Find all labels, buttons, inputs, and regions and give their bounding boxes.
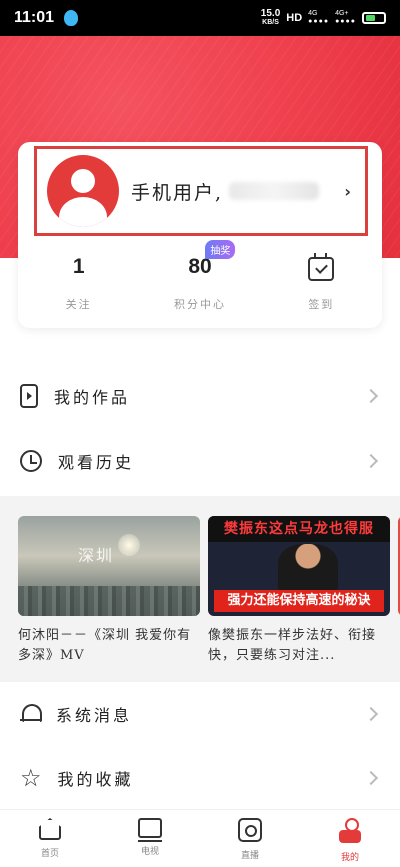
menu-item-my-works[interactable]: 我的作品	[0, 366, 400, 426]
chevron-right-icon[interactable]: ›	[344, 182, 351, 201]
profile-card: 手机用户, › 1 关注 抽奖 80 积分中心 签到	[18, 142, 382, 328]
thumbnail-subtitle-text: 强力还能保持高速的秘诀	[214, 590, 384, 612]
following-count: 1	[72, 255, 85, 278]
tab-tv[interactable]: 电视	[100, 810, 200, 867]
signal-1-label: 4G	[308, 10, 318, 17]
avatar-body	[59, 197, 107, 227]
home-icon	[39, 818, 61, 840]
tab-live[interactable]: 直播	[200, 810, 300, 867]
my-works-icon	[20, 384, 38, 408]
menu-item-my-favorites[interactable]: ☆ 我的收藏	[0, 748, 400, 808]
tab-me-label: 我的	[340, 853, 359, 863]
tab-live-label: 直播	[240, 851, 259, 861]
thumbnail-sun	[118, 534, 140, 556]
me-icon	[339, 818, 361, 844]
following-label: 关注	[65, 298, 92, 311]
menu-item-watch-history[interactable]: 观看历史	[0, 431, 400, 491]
chevron-right-icon	[363, 770, 379, 786]
masked-phone-number	[229, 182, 320, 200]
signal-2: 4G+ ●●●●	[335, 10, 356, 26]
video-title: 何沐阳－－《深圳 我爱你有多深》MV	[18, 628, 192, 663]
calendar-check-icon	[308, 253, 335, 281]
status-bar: 11:01 15.0 KB/S HD 4G ●●●● 4G+ ●●●●	[0, 0, 400, 36]
thumbnail-banner-text: 樊振东这点马龙也得服	[208, 516, 390, 542]
check-in-icon-wrap	[308, 250, 335, 284]
tab-home[interactable]: 首页	[0, 810, 100, 867]
check-in-label: 签到	[308, 298, 335, 311]
username: 手机用户,	[131, 181, 224, 204]
stat-following[interactable]: 1 关注	[18, 250, 139, 312]
user-info-row[interactable]: 手机用户, ›	[34, 146, 368, 236]
bottom-tab-bar: 首页 电视 直播 我的	[0, 809, 400, 867]
history-card[interactable]: 樊振东这点马龙也得服 强力还能保持高速的秘诀 像樊振东一样步法好、衔接快，只要练…	[208, 516, 390, 666]
video-title: 像樊振东一样步法好、衔接快，只要练习对注...	[208, 628, 377, 663]
tab-me[interactable]: 我的	[300, 810, 400, 867]
hd-indicator: HD	[286, 12, 303, 24]
lottery-badge: 抽奖	[205, 240, 236, 259]
thumbnail-cityscape	[18, 586, 200, 616]
clock-icon	[20, 450, 42, 472]
thumbnail-player-figure	[278, 544, 338, 592]
star-icon: ☆	[20, 764, 42, 792]
my-works-label: 我的作品	[54, 388, 131, 407]
chevron-right-icon	[363, 706, 379, 722]
signal-2-label: 4G+	[335, 10, 349, 17]
thumbnail-overlay-text: 深圳	[78, 546, 115, 565]
signal-2-bars-icon: ●●●●	[335, 18, 356, 25]
qq-notification-icon	[64, 10, 79, 26]
network-speed-value: 15.0	[260, 8, 281, 19]
network-speed: 15.0 KB/S	[261, 9, 280, 27]
battery-icon	[362, 12, 386, 24]
network-speed-unit: KB/S	[262, 19, 279, 26]
watch-history-label: 观看历史	[58, 453, 135, 472]
chevron-right-icon	[363, 453, 379, 469]
status-indicators: 15.0 KB/S HD 4G ●●●● 4G+ ●●●●	[261, 9, 386, 27]
watch-history-carousel[interactable]: 深圳 何沐阳－－《深圳 我爱你有多深》MV 樊振东这点马龙也得服 强力还能保持高…	[0, 496, 400, 682]
profile-stats: 1 关注 抽奖 80 积分中心 签到	[18, 240, 382, 312]
tab-home-label: 首页	[40, 849, 59, 859]
my-favorites-label: 我的收藏	[57, 770, 134, 789]
avatar[interactable]	[47, 155, 119, 227]
status-time: 11:01	[14, 9, 55, 26]
video-thumbnail[interactable]: 樊振东这点马龙也得服 强力还能保持高速的秘诀	[208, 516, 390, 616]
stat-points-center[interactable]: 抽奖 80 积分中心	[139, 240, 260, 312]
video-thumbnail[interactable]: 深圳	[18, 516, 200, 616]
avatar-head	[71, 169, 95, 193]
live-icon	[238, 818, 262, 842]
tab-tv-label: 电视	[140, 847, 159, 857]
history-card[interactable]: 深圳 何沐阳－－《深圳 我爱你有多深》MV	[18, 516, 200, 666]
signal-1-bars-icon: ●●●●	[308, 18, 330, 25]
system-messages-label: 系统消息	[56, 706, 133, 725]
tv-icon	[138, 818, 162, 842]
bell-icon	[20, 703, 42, 725]
stat-check-in[interactable]: 签到	[261, 250, 382, 312]
chevron-right-icon	[363, 388, 379, 404]
points-center-label: 积分中心	[173, 298, 226, 311]
signal-1: 4G ●●●●	[308, 10, 329, 26]
menu-item-system-messages[interactable]: 系统消息	[0, 684, 400, 744]
